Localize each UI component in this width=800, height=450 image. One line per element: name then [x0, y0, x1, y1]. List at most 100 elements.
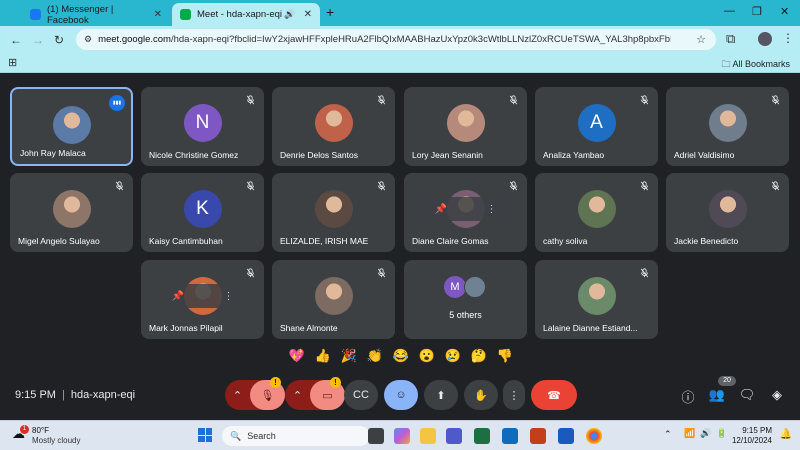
chrome-icon[interactable] — [586, 428, 602, 444]
participant-name: Shane Almonte — [280, 323, 338, 333]
reaction-emoji-button[interactable]: 👎 — [496, 347, 514, 365]
speaker-icon[interactable]: 🔊 — [284, 9, 295, 20]
participant-tile[interactable]: ELIZALDE, IRISH MAE — [272, 173, 395, 252]
reaction-emoji-button[interactable]: 👏 — [366, 347, 384, 365]
bookmark-star-icon[interactable]: ☆ — [696, 33, 706, 46]
system-clock[interactable]: 9:15 PM 12/10/2024 — [732, 426, 772, 446]
muted-mic-icon — [771, 95, 780, 105]
powerpoint-icon[interactable] — [530, 428, 546, 444]
pin-icon[interactable]: 📌 — [435, 204, 447, 215]
muted-mic-icon — [115, 181, 124, 191]
mic-options-chevron-icon[interactable]: ⌃ — [225, 389, 250, 402]
participant-tile[interactable]: N Nicole Christine Gomez — [141, 87, 264, 166]
reactions-button[interactable]: ☺ — [384, 380, 418, 410]
participant-tile[interactable]: Shane Almonte — [272, 260, 395, 339]
all-bookmarks[interactable]: 🗀 All Bookmarks — [721, 57, 790, 73]
tab-meet[interactable]: Meet - hda-xapn-eqi 🔊 ✕ — [172, 3, 320, 26]
forward-icon[interactable]: → — [32, 33, 44, 47]
reaction-emoji-button[interactable]: 🎉 — [340, 347, 358, 365]
volume-icon[interactable]: 🔊 — [700, 428, 711, 439]
participant-letter-avatar: K — [183, 190, 222, 228]
close-tab-icon[interactable]: ✕ — [304, 9, 312, 20]
muted-mic-icon — [771, 181, 780, 191]
weather-widget[interactable]: ☁ 1 80°F Mostly cloudy — [12, 425, 81, 446]
captions-button[interactable]: CC — [344, 380, 378, 410]
hand-icon: ✋ — [474, 389, 488, 402]
pin-icon[interactable]: 📌 — [172, 291, 184, 302]
task-view-icon[interactable] — [368, 428, 384, 444]
others-avatar-m: M — [444, 276, 466, 298]
participant-name: cathy soliva — [543, 236, 588, 246]
more-vert-icon[interactable]: ⋮ — [487, 204, 497, 215]
url-field[interactable]: ⚙ meet.google.com /hda-xapn-eqi?fbclid=I… — [76, 29, 716, 50]
minimize-icon[interactable]: — — [724, 5, 735, 17]
extensions-icon[interactable]: ⧉ — [726, 31, 735, 47]
search-label: Search — [247, 431, 276, 441]
muted-mic-icon — [377, 181, 386, 191]
window-close-icon[interactable]: ✕ — [780, 5, 789, 18]
battery-icon[interactable]: 🔋 — [716, 428, 727, 439]
mic-warning-icon: ! — [270, 377, 281, 388]
participant-tile[interactable]: K Kaisy Cantimbuhan — [141, 173, 264, 252]
profile-avatar[interactable] — [758, 32, 772, 46]
participant-tile[interactable]: 📌 ⋮ Diane Claire Gomas — [404, 173, 527, 252]
present-screen-icon: ⬆ — [436, 389, 446, 402]
participant-tile[interactable]: Lory Jean Senanin — [404, 87, 527, 166]
camera-options-chevron-icon[interactable]: ⌃ — [285, 389, 310, 402]
leave-call-button[interactable]: ☎ — [531, 380, 577, 410]
tray-chevron-icon[interactable]: ⌃ — [664, 429, 672, 440]
taskbar-search[interactable]: 🔍 Search — [222, 426, 370, 446]
file-explorer-icon[interactable] — [420, 428, 436, 444]
weather-badge: 1 — [20, 425, 29, 434]
muted-mic-icon — [640, 268, 649, 278]
participant-name: John Ray Malaca — [20, 148, 86, 158]
muted-mic-icon — [246, 95, 255, 105]
maximize-icon[interactable]: ❐ — [752, 5, 762, 18]
reaction-emoji-button[interactable]: 👍 — [314, 347, 332, 365]
copilot-icon[interactable] — [394, 428, 410, 444]
reaction-emoji-button[interactable]: 💖 — [288, 347, 306, 365]
participant-tile[interactable]: 📌 ⋮ Mark Jonnas Pilapil — [141, 260, 264, 339]
participant-tile[interactable]: Lalaine Dianne Estiand... — [535, 260, 658, 339]
windows-start-icon[interactable] — [198, 428, 212, 442]
people-icon[interactable]: 👥 — [708, 387, 726, 405]
participant-tile[interactable]: Denrie Delos Santos — [272, 87, 395, 166]
chat-icon[interactable]: 🗨 — [738, 387, 756, 405]
excel-icon[interactable] — [474, 428, 490, 444]
apps-grid-icon[interactable]: ⊞ — [8, 56, 17, 69]
new-tab-button[interactable]: + — [326, 4, 334, 20]
participant-tile[interactable]: Migel Angelo Sulayao — [10, 173, 133, 252]
reaction-emoji-button[interactable]: 😢 — [444, 347, 462, 365]
participant-tile[interactable]: ▮▮▮ John Ray Malaca — [10, 87, 133, 166]
participant-tile[interactable]: Jackie Benedicto — [666, 173, 789, 252]
present-button[interactable]: ⬆ — [424, 380, 458, 410]
more-vert-icon[interactable]: ⋮ — [224, 291, 234, 302]
menu-icon[interactable]: ⋮ — [782, 31, 794, 45]
word-icon[interactable] — [558, 428, 574, 444]
mail-icon[interactable] — [502, 428, 518, 444]
teams-icon[interactable] — [446, 428, 462, 444]
close-tab-icon[interactable]: ✕ — [154, 9, 162, 20]
activities-icon[interactable]: ◈ — [768, 387, 786, 405]
participant-tile[interactable]: Adriel Valdisimo — [666, 87, 789, 166]
notifications-bell-icon[interactable]: 🔔 — [780, 429, 792, 440]
wifi-icon[interactable]: 📶 — [684, 428, 695, 439]
meeting-details-icon[interactable]: ⓘ — [679, 387, 697, 405]
more-options-button[interactable]: ⋮ — [503, 380, 525, 410]
raise-hand-button[interactable]: ✋ — [464, 380, 498, 410]
participant-tile[interactable]: cathy soliva — [535, 173, 658, 252]
participant-name: Migel Angelo Sulayao — [18, 236, 100, 246]
participant-name: Kaisy Cantimbuhan — [149, 236, 223, 246]
participant-tile[interactable]: A Analiza Yambao — [535, 87, 658, 166]
others-tile[interactable]: M 5 others — [404, 260, 527, 339]
weather-text: Mostly cloudy — [32, 436, 81, 445]
site-info-icon[interactable]: ⚙ — [84, 34, 92, 45]
reaction-emoji-button[interactable]: 🤔 — [470, 347, 488, 365]
muted-mic-icon — [640, 95, 649, 105]
reaction-emoji-button[interactable]: 😮 — [418, 347, 436, 365]
back-icon[interactable]: ← — [10, 33, 22, 47]
reaction-emoji-button[interactable]: 😂 — [392, 347, 410, 365]
others-avatar-photo — [464, 276, 486, 298]
reload-icon[interactable]: ↻ — [54, 33, 64, 47]
tab-messenger[interactable]: (1) Messenger | Facebook ✕ — [22, 3, 170, 26]
